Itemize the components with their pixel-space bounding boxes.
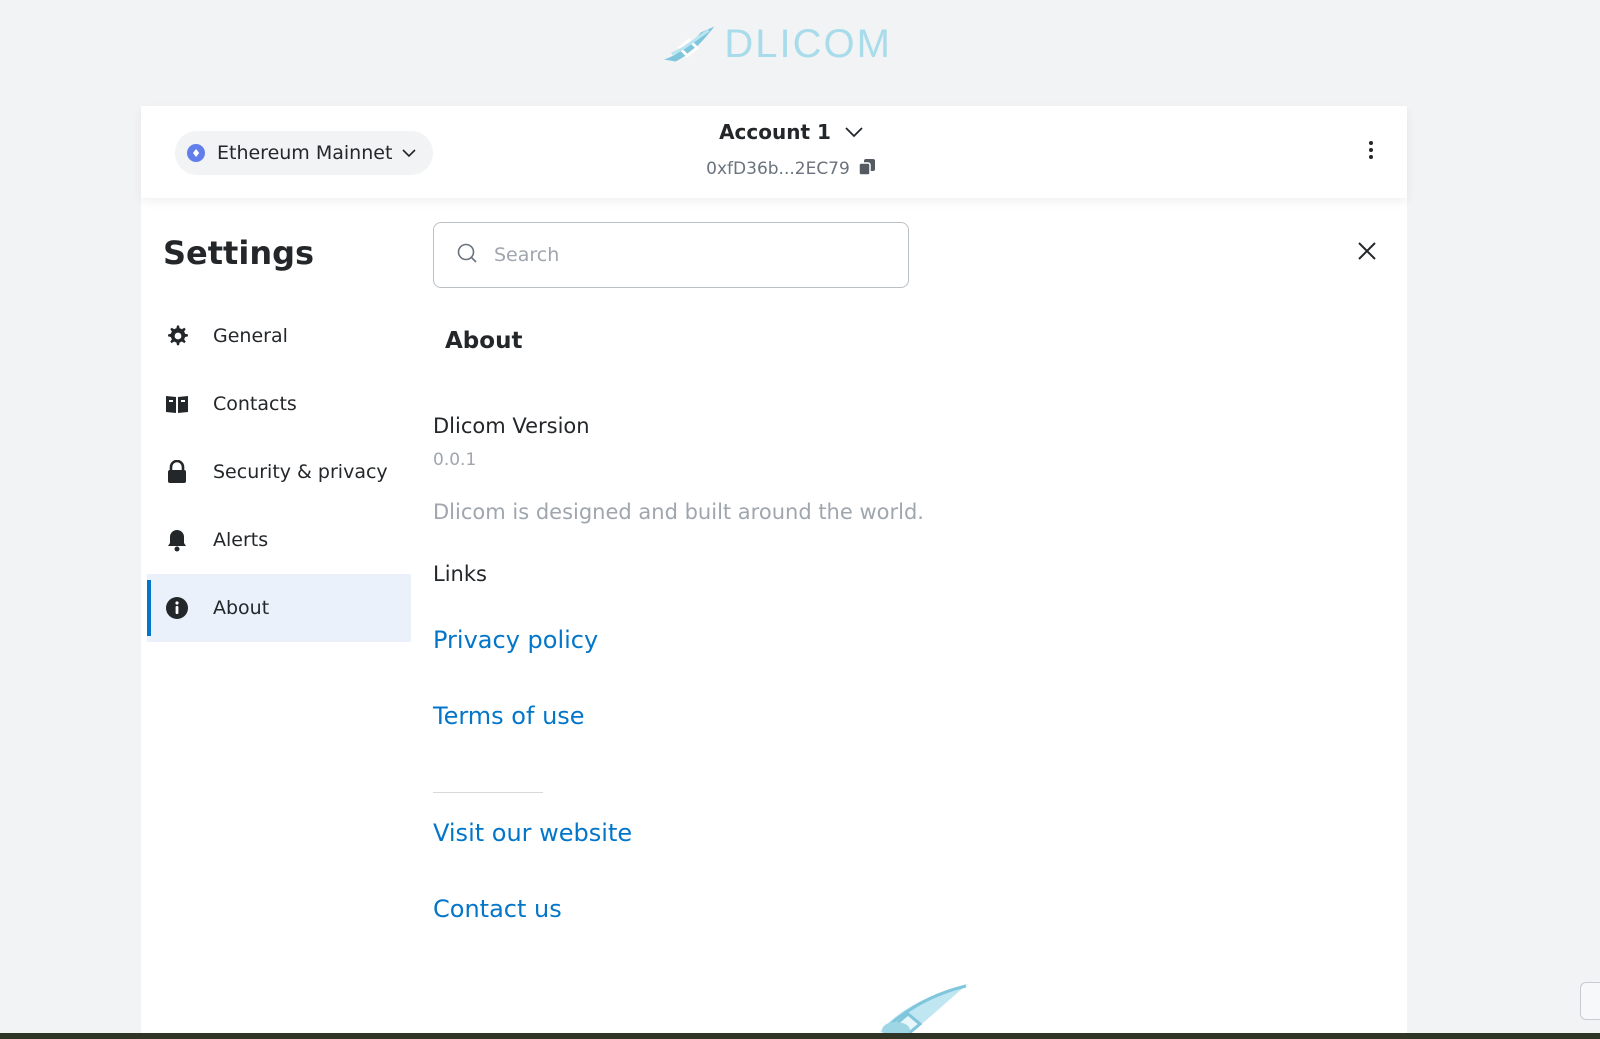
copy-address-button[interactable]: 0xfD36b...2EC79 xyxy=(671,158,911,180)
chevron-down-icon xyxy=(845,123,863,142)
book-icon xyxy=(165,392,189,416)
copy-icon xyxy=(858,158,876,180)
about-tagline: Dlicom is designed and built around the … xyxy=(433,500,924,524)
network-selector[interactable]: ♦ Ethereum Mainnet xyxy=(175,131,433,175)
desktop-background-strip xyxy=(0,1033,1600,1039)
info-icon xyxy=(165,596,189,620)
brand-wordmark: DLICOM xyxy=(724,22,892,66)
gear-icon xyxy=(165,324,189,348)
sidebar-item-alerts[interactable]: Alerts xyxy=(141,506,411,574)
ethereum-icon: ♦ xyxy=(187,144,205,162)
account-name: Account 1 xyxy=(719,120,831,144)
sidebar-item-contacts[interactable]: Contacts xyxy=(141,370,411,438)
sidebar-item-label: Alerts xyxy=(213,529,269,551)
version-label: Dlicom Version xyxy=(433,414,590,438)
settings-search xyxy=(433,222,909,288)
privacy-policy-link[interactable]: Privacy policy xyxy=(433,626,598,654)
wallet-window: ♦ Ethereum Mainnet Account 1 0xfD36b...2… xyxy=(141,106,1407,1039)
lock-icon xyxy=(165,460,189,484)
account-info: Account 1 0xfD36b...2EC79 xyxy=(671,120,911,180)
account-selector[interactable]: Account 1 xyxy=(671,120,911,144)
search-input[interactable] xyxy=(494,244,874,266)
settings-nav: General Contacts Security & privacy Aler… xyxy=(141,302,411,642)
links-heading: Links xyxy=(433,562,487,586)
divider xyxy=(433,792,543,793)
sidebar-item-label: Contacts xyxy=(213,393,297,415)
bell-icon xyxy=(165,528,189,552)
sidebar-item-about[interactable]: About xyxy=(147,574,411,642)
app-header: ♦ Ethereum Mainnet Account 1 0xfD36b...2… xyxy=(141,106,1407,198)
sidebar-item-security[interactable]: Security & privacy xyxy=(141,438,411,506)
close-icon[interactable] xyxy=(1354,238,1380,264)
terms-of-use-link[interactable]: Terms of use xyxy=(433,702,585,730)
sidebar-item-general[interactable]: General xyxy=(141,302,411,370)
visit-website-link[interactable]: Visit our website xyxy=(433,819,632,847)
account-address: 0xfD36b...2EC79 xyxy=(706,159,850,179)
version-value: 0.0.1 xyxy=(433,450,477,470)
footer-logo-icon xyxy=(876,980,972,1039)
contact-us-link[interactable]: Contact us xyxy=(433,895,562,923)
search-icon xyxy=(456,242,478,268)
logo-swoosh-icon xyxy=(663,26,715,62)
account-options-menu-icon[interactable] xyxy=(1361,140,1381,164)
sidebar-item-label: About xyxy=(213,597,270,619)
network-label: Ethereum Mainnet xyxy=(217,142,393,164)
brand-logo: DLICOM xyxy=(662,20,892,68)
side-drawer-handle[interactable] xyxy=(1580,982,1600,1020)
chevron-down-icon xyxy=(402,148,416,158)
sidebar-item-label: Security & privacy xyxy=(213,461,388,483)
section-heading: About xyxy=(445,328,523,354)
page-title: Settings xyxy=(163,234,315,272)
sidebar-item-label: General xyxy=(213,325,288,347)
